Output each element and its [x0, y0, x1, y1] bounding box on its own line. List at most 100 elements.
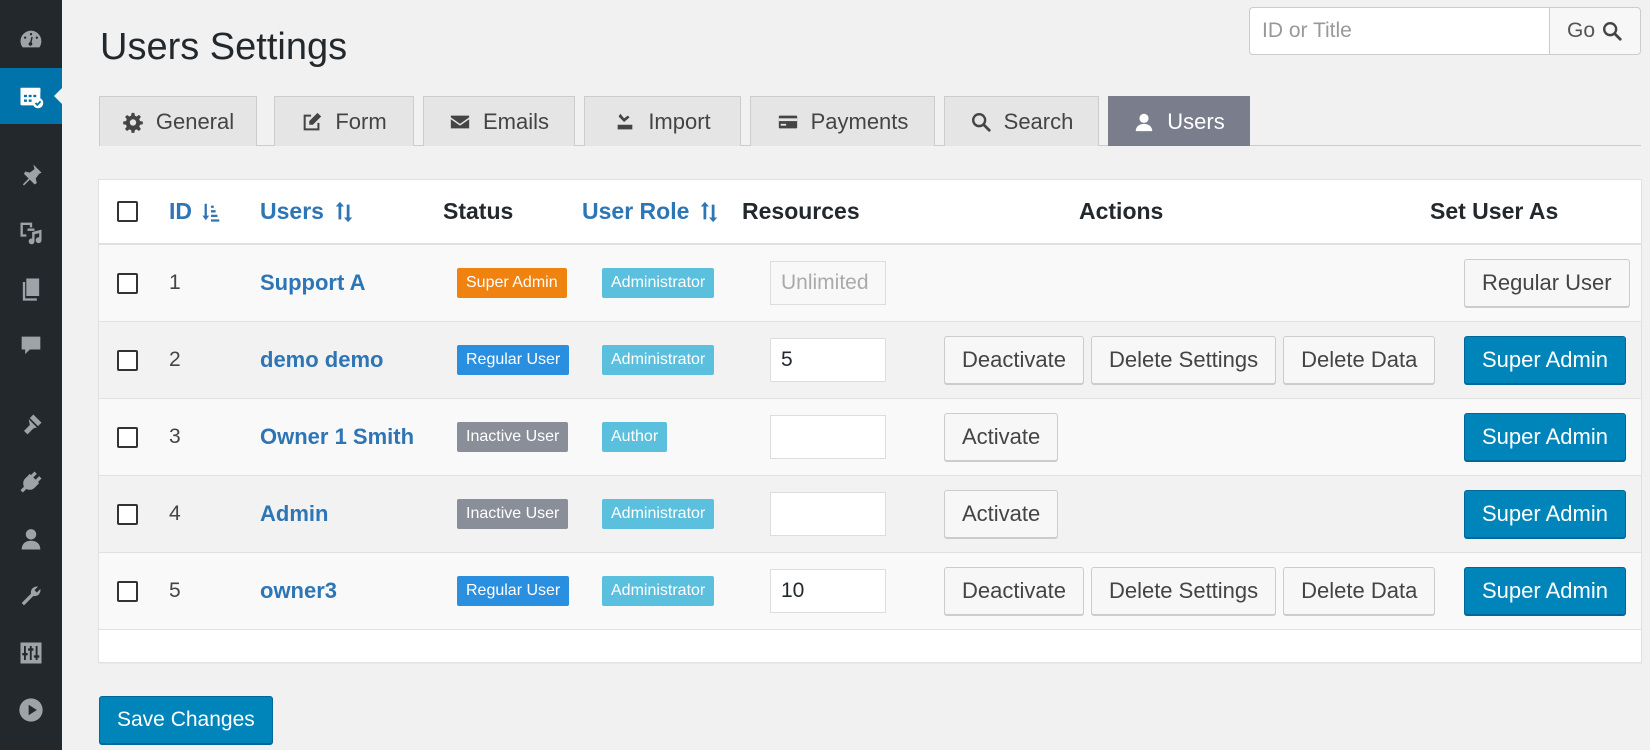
user-name-link[interactable]: Support A	[260, 270, 366, 296]
users-column-header[interactable]: Users	[260, 180, 354, 243]
deactivate-button[interactable]: Deactivate	[944, 336, 1084, 384]
resources-column-header: Resources	[742, 198, 860, 224]
id-column-header[interactable]: ID	[169, 180, 222, 243]
media-icon[interactable]	[0, 204, 62, 260]
role-badge: Author	[602, 422, 668, 452]
user-name-link[interactable]: Admin	[260, 501, 328, 527]
tab-label: Users	[1167, 108, 1225, 134]
set-regular-user-button[interactable]: Regular User	[1464, 259, 1630, 307]
go-button[interactable]: Go	[1549, 7, 1641, 55]
sort-icon	[701, 201, 718, 222]
delete-data-button[interactable]: Delete Data	[1283, 567, 1436, 615]
resources-input[interactable]: Unlimited	[770, 261, 886, 305]
activate-button[interactable]: Activate	[944, 413, 1059, 461]
set-super-admin-button[interactable]: Super Admin	[1464, 567, 1626, 615]
admin-sidebar	[0, 0, 62, 750]
go-label: Go	[1566, 19, 1595, 42]
tab-form[interactable]: Form	[274, 96, 414, 146]
tab-label: Payments	[810, 108, 909, 134]
tab-payments[interactable]: Payments	[750, 96, 935, 146]
page-title: Users Settings	[100, 26, 348, 68]
status-badge: Inactive User	[457, 499, 569, 529]
appearance-icon[interactable]	[0, 397, 62, 453]
gear-icon	[123, 112, 143, 133]
edit-icon	[303, 112, 322, 130]
table-row: 1 Support A Super Admin Administrator Un…	[99, 245, 1641, 322]
set-super-admin-button[interactable]: Super Admin	[1464, 490, 1626, 538]
row-checkbox[interactable]	[117, 272, 138, 294]
tab-label: General	[155, 108, 235, 134]
comments-icon[interactable]	[0, 318, 62, 374]
settings-icon[interactable]	[0, 625, 62, 681]
table-row: 3 Owner 1 Smith Inactive User Author Act…	[99, 399, 1641, 476]
user-id: 3	[169, 425, 181, 448]
resources-input[interactable]: 10	[770, 569, 886, 613]
resources-input[interactable]: 5	[770, 338, 886, 382]
resources-input[interactable]	[770, 415, 886, 459]
status-column-header: Status	[443, 198, 514, 224]
users-icon[interactable]	[0, 511, 62, 567]
table-row: 2 demo demo Regular User Administrator 5…	[99, 322, 1641, 399]
user-id: 2	[169, 348, 181, 371]
row-checkbox[interactable]	[117, 349, 138, 371]
users-header-label: Users	[260, 198, 324, 224]
tools-icon[interactable]	[0, 568, 62, 624]
user-id: 4	[169, 502, 181, 525]
user-id: 5	[169, 579, 181, 602]
user-role-header-label: User Role	[582, 198, 690, 224]
role-badge: Administrator	[602, 576, 715, 606]
resources-input[interactable]	[770, 492, 886, 536]
pages-icon[interactable]	[0, 261, 62, 317]
status-badge: Inactive User	[457, 422, 569, 452]
row-checkbox[interactable]	[117, 426, 138, 448]
search-box: Go	[1249, 7, 1641, 55]
delete-settings-button[interactable]: Delete Settings	[1090, 567, 1277, 615]
search-input[interactable]	[1249, 7, 1549, 55]
delete-data-button[interactable]: Delete Data	[1283, 336, 1436, 384]
set-super-admin-button[interactable]: Super Admin	[1464, 336, 1626, 384]
user-name-link[interactable]: Owner 1 Smith	[260, 424, 414, 450]
tab-users[interactable]: Users	[1108, 96, 1250, 146]
search-icon	[971, 112, 991, 132]
table-header: ID Users Status User Role Resources Acti…	[99, 180, 1641, 245]
user-role-column-header[interactable]: User Role	[582, 180, 719, 243]
sort-amount-icon	[202, 203, 220, 222]
id-header-label: ID	[169, 198, 192, 224]
tab-label: Search	[1003, 108, 1074, 134]
set-super-admin-button[interactable]: Super Admin	[1464, 413, 1626, 461]
tab-label: Emails	[482, 108, 549, 134]
user-id: 1	[169, 271, 181, 294]
import-icon	[617, 113, 633, 129]
user-name-link[interactable]: demo demo	[260, 347, 383, 373]
user-name-link[interactable]: owner3	[260, 578, 337, 604]
users-table: ID Users Status User Role Resources Acti…	[98, 179, 1642, 663]
delete-settings-button[interactable]: Delete Settings	[1090, 336, 1277, 384]
tab-search[interactable]: Search	[944, 96, 1099, 146]
activate-button[interactable]: Activate	[944, 490, 1059, 538]
settings-tabs: General Form Emails Import Payments Sear…	[99, 96, 1641, 146]
tab-emails[interactable]: Emails	[423, 96, 575, 146]
status-badge: Regular User	[457, 345, 570, 375]
play-icon[interactable]	[0, 682, 62, 738]
table-row: 4 Admin Inactive User Administrator Acti…	[99, 476, 1641, 553]
search-icon	[1603, 22, 1622, 41]
sort-icon	[335, 201, 353, 222]
plugins-icon[interactable]	[0, 454, 62, 510]
tab-label: Form	[335, 108, 387, 134]
dashboard-icon[interactable]	[0, 12, 62, 68]
deactivate-button[interactable]: Deactivate	[944, 567, 1084, 615]
tab-import[interactable]: Import	[584, 96, 741, 146]
save-changes-button[interactable]: Save Changes	[99, 696, 273, 744]
tab-general[interactable]: General	[99, 96, 257, 146]
pin-icon[interactable]	[0, 147, 62, 203]
actions-column-header: Actions	[1079, 198, 1164, 224]
row-checkbox[interactable]	[117, 503, 138, 525]
status-badge: Regular User	[457, 576, 570, 606]
set-user-as-column-header: Set User As	[1430, 198, 1559, 224]
select-all-checkbox[interactable]	[117, 201, 138, 222]
table-row: 5 owner3 Regular User Administrator 10 D…	[99, 553, 1641, 630]
credit-card-icon	[778, 115, 797, 128]
calendar-icon[interactable]	[0, 68, 62, 124]
row-checkbox[interactable]	[117, 580, 138, 602]
status-badge: Super Admin	[457, 268, 567, 298]
